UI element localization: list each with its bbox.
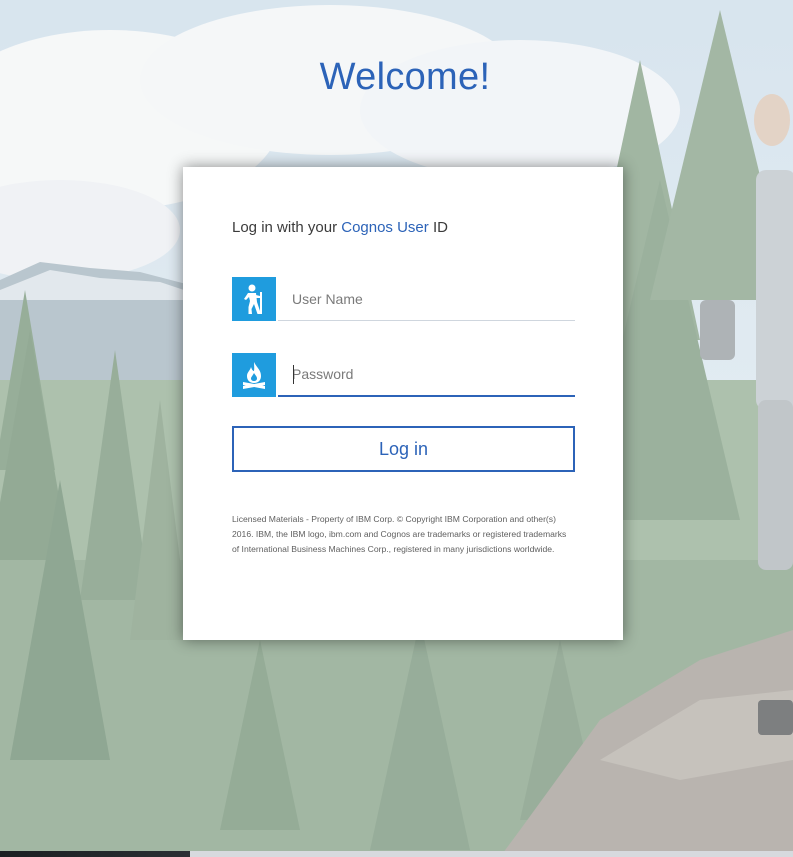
login-card: Log in with your Cognos User ID User Nam… xyxy=(183,167,623,640)
login-screen: Welcome! Log in with your Cognos User ID xyxy=(0,0,793,857)
hiker-icon xyxy=(232,277,276,321)
welcome-title: Welcome! xyxy=(319,56,491,98)
campfire-icon xyxy=(232,353,276,397)
subtitle-prefix: Log in with your xyxy=(232,219,342,236)
username-input[interactable] xyxy=(278,277,575,321)
taskbar-strip xyxy=(0,851,793,857)
subtitle-suffix: ID xyxy=(428,219,448,236)
text-cursor xyxy=(293,365,294,384)
password-field xyxy=(232,353,575,397)
login-subtitle: Log in with your Cognos User ID xyxy=(232,219,448,236)
login-button[interactable]: Log in xyxy=(232,426,575,472)
username-field xyxy=(232,277,575,321)
subtitle-brand: Cognos User xyxy=(341,219,429,236)
password-input[interactable] xyxy=(278,353,575,397)
legal-notice: Licensed Materials - Property of IBM Cor… xyxy=(232,514,567,554)
